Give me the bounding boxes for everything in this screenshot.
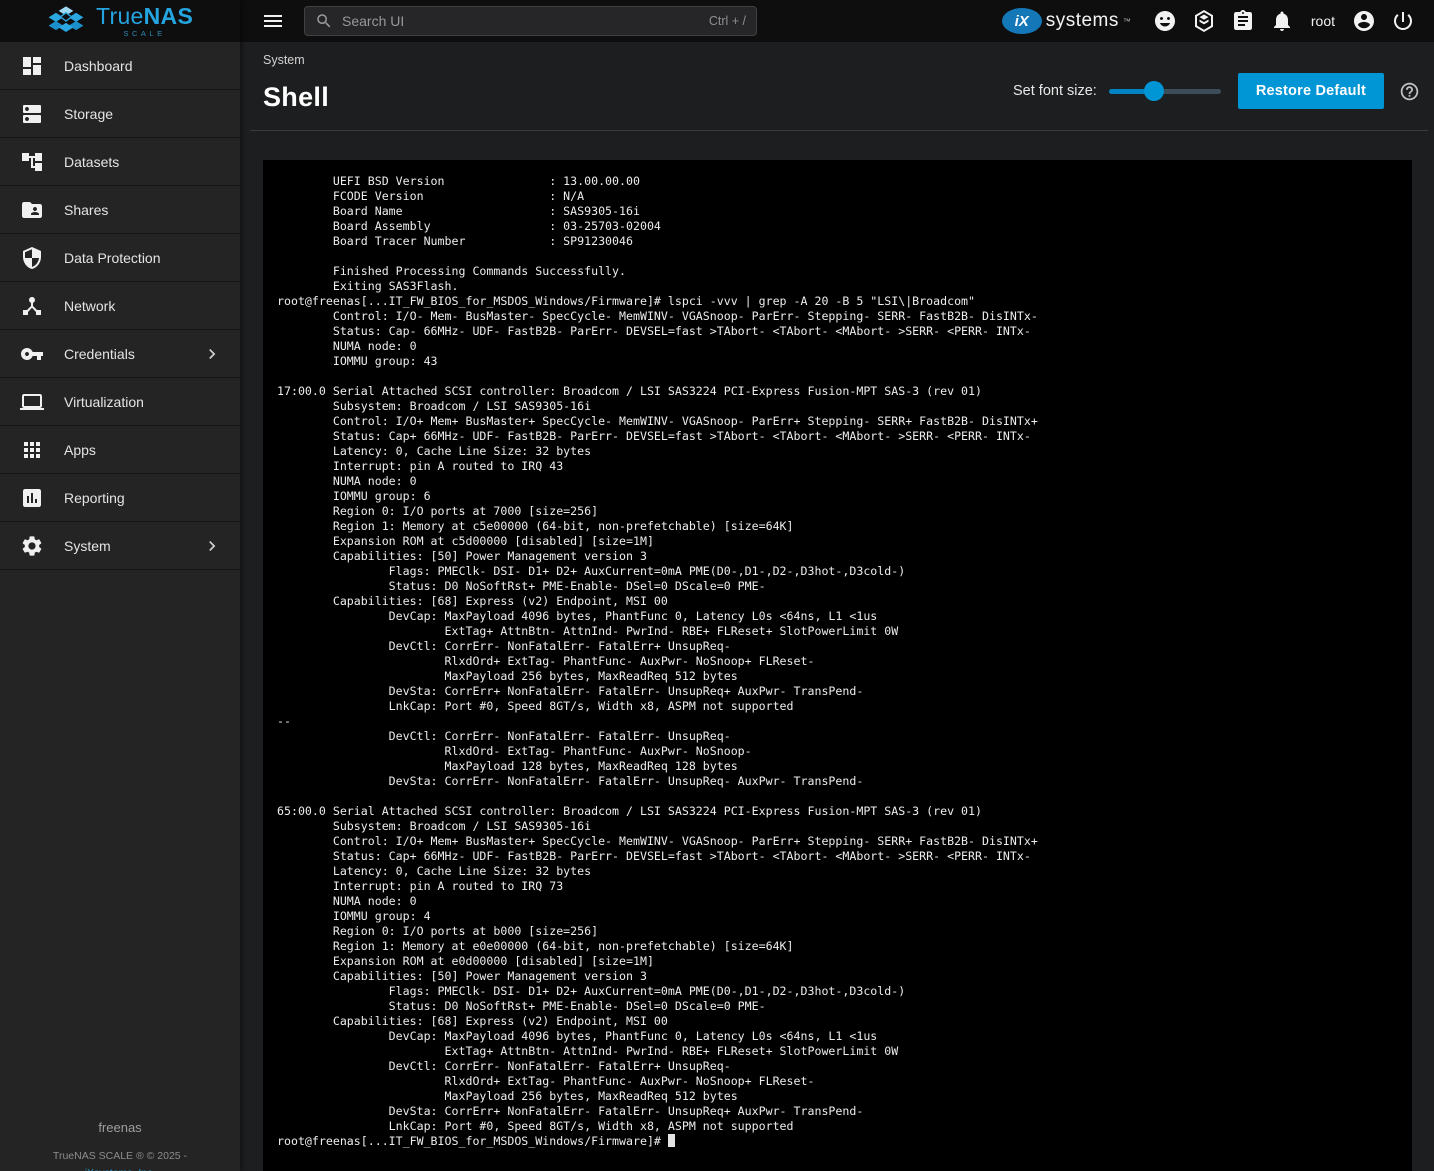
sidebar-item-data-protection[interactable]: Data Protection (0, 234, 240, 282)
ixsystems-logo[interactable]: iX systems ™ (1002, 8, 1131, 34)
chevron-right-icon (202, 344, 222, 364)
gear-icon (20, 534, 44, 558)
shell-terminal[interactable]: UEFI BSD Version : 13.00.00.00 FCODE Ver… (263, 160, 1412, 1171)
username-label: root (1309, 13, 1337, 29)
app-root: TrueNAS SCALE Dashboard Storage Datasets… (0, 0, 1434, 1171)
font-size-slider[interactable] (1109, 81, 1221, 101)
restore-default-button[interactable]: Restore Default (1238, 73, 1384, 109)
power-icon[interactable] (1391, 9, 1415, 33)
terminal-cursor (668, 1134, 675, 1147)
page-content: System Shell Set font size: Restore Defa… (240, 42, 1434, 1171)
datasets-icon (20, 150, 44, 174)
copyright-label: TrueNAS SCALE ® © 2025 - (0, 1150, 240, 1162)
bar-chart-icon (20, 486, 44, 510)
apps-grid-icon (20, 438, 44, 462)
storage-icon (20, 102, 44, 126)
sidebar-item-dashboard[interactable]: Dashboard (0, 42, 240, 90)
sidebar-item-shares[interactable]: Shares (0, 186, 240, 234)
shares-icon (20, 198, 44, 222)
search-icon (315, 12, 333, 30)
hostname-label: freenas (0, 1120, 240, 1135)
shield-icon (20, 246, 44, 270)
sidebar-item-reporting[interactable]: Reporting (0, 474, 240, 522)
sidebar-item-storage[interactable]: Storage (0, 90, 240, 138)
chevron-right-icon (202, 536, 222, 556)
help-icon[interactable] (1399, 81, 1420, 102)
sidebar: TrueNAS SCALE Dashboard Storage Datasets… (0, 0, 240, 1171)
search-shortcut: Ctrl + / (709, 14, 746, 28)
sidebar-nav: Dashboard Storage Datasets Shares Data P… (0, 42, 240, 570)
sidebar-item-apps[interactable]: Apps (0, 426, 240, 474)
breadcrumb[interactable]: System (263, 53, 305, 67)
truenas-logo[interactable]: TrueNAS SCALE (0, 0, 240, 42)
sidebar-item-network[interactable]: Network (0, 282, 240, 330)
sidebar-item-datasets[interactable]: Datasets (0, 138, 240, 186)
ix-oval-icon: iX (1002, 8, 1042, 34)
account-circle-icon[interactable] (1352, 9, 1376, 33)
network-icon (20, 294, 44, 318)
global-search[interactable]: Ctrl + / (304, 6, 757, 36)
menu-icon[interactable] (261, 9, 285, 33)
laptop-icon (20, 390, 44, 414)
truecommand-icon[interactable] (1192, 9, 1216, 33)
brand-sub: SCALE (96, 30, 193, 38)
search-input[interactable] (340, 12, 702, 30)
main-column: Ctrl + / iX systems ™ root System Shell (240, 0, 1434, 1171)
terminal-output: UEFI BSD Version : 13.00.00.00 FCODE Ver… (263, 160, 1412, 1149)
terminal-text: UEFI BSD Version : 13.00.00.00 FCODE Ver… (277, 174, 1038, 1133)
slider-thumb[interactable] (1144, 81, 1164, 101)
brand-name: TrueNAS (96, 5, 193, 28)
truenas-mark-icon (44, 5, 88, 37)
sidebar-item-credentials[interactable]: Credentials (0, 330, 240, 378)
topbar: Ctrl + / iX systems ™ root (240, 0, 1434, 42)
shell-controls: Set font size: Restore Default (1013, 73, 1420, 109)
card-top-border (250, 130, 1428, 131)
dashboard-icon (20, 54, 44, 78)
terminal-prompt: root@freenas[...IT_FW_BIOS_for_MSDOS_Win… (277, 1134, 668, 1148)
page-title: Shell (263, 82, 329, 113)
font-size-label: Set font size: (1013, 83, 1097, 99)
key-icon (20, 342, 44, 366)
notifications-bell-icon[interactable] (1270, 9, 1294, 33)
company-link[interactable]: iXsystems, Inc. (0, 1167, 240, 1171)
sidebar-item-virtualization[interactable]: Virtualization (0, 378, 240, 426)
sidebar-item-system[interactable]: System (0, 522, 240, 570)
sidebar-footer: freenas TrueNAS SCALE ® © 2025 - iXsyste… (0, 1120, 240, 1171)
feedback-smiley-icon[interactable] (1153, 9, 1177, 33)
jobs-clipboard-icon[interactable] (1231, 9, 1255, 33)
